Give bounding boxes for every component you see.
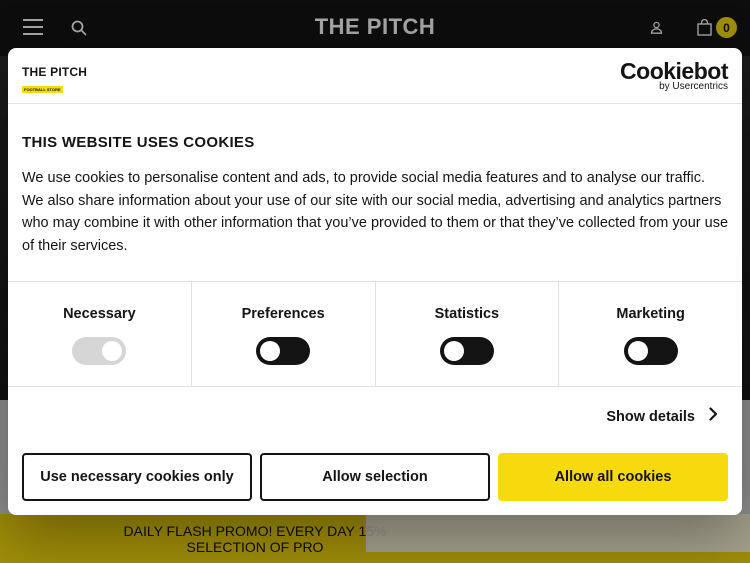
dialog-header: THE PITCH FOOTBALL STORE Cookiebot by Us…: [8, 48, 742, 104]
brand-logo-title: THE PITCH: [22, 65, 88, 79]
brand-logo-subtitle: FOOTBALL STORE: [22, 86, 63, 93]
show-details-label: Show details: [606, 408, 695, 425]
consent-buttons: Use necessary cookies only Allow selecti…: [22, 453, 728, 501]
necessary-toggle: [72, 337, 127, 365]
dialog-title: THIS WEBSITE USES COOKIES: [22, 134, 255, 151]
category-marketing: Marketing: [559, 282, 742, 386]
dialog-description: We use cookies to personalise content an…: [22, 170, 729, 254]
allow-selection-button[interactable]: Allow selection: [260, 453, 490, 501]
dialog-body: THIS WEBSITE USES COOKIES We use cookies…: [22, 134, 728, 257]
statistics-toggle[interactable]: [439, 337, 494, 365]
chevron-right-icon: [709, 407, 718, 426]
category-label: Marketing: [616, 306, 685, 322]
category-label: Necessary: [63, 306, 136, 322]
category-preferences: Preferences: [192, 282, 376, 386]
cookiebot-name: Cookiebot: [620, 58, 728, 84]
show-details-link[interactable]: Show details: [606, 407, 718, 426]
cookie-category-toggles: Necessary Preferences Statistics Marketi…: [8, 281, 742, 387]
category-label: Preferences: [241, 306, 325, 322]
allow-all-button[interactable]: Allow all cookies: [498, 453, 728, 501]
necessary-only-button[interactable]: Use necessary cookies only: [22, 453, 252, 501]
cookie-consent-dialog: THE PITCH FOOTBALL STORE Cookiebot by Us…: [8, 48, 742, 515]
marketing-toggle[interactable]: [623, 337, 678, 365]
category-label: Statistics: [434, 306, 500, 322]
category-statistics: Statistics: [376, 282, 560, 386]
cookiebot-logo[interactable]: Cookiebot by Usercentrics: [620, 60, 728, 92]
the-pitch-logo: THE PITCH FOOTBALL STORE: [22, 66, 87, 96]
preferences-toggle[interactable]: [256, 337, 311, 365]
category-necessary: Necessary: [8, 282, 192, 386]
